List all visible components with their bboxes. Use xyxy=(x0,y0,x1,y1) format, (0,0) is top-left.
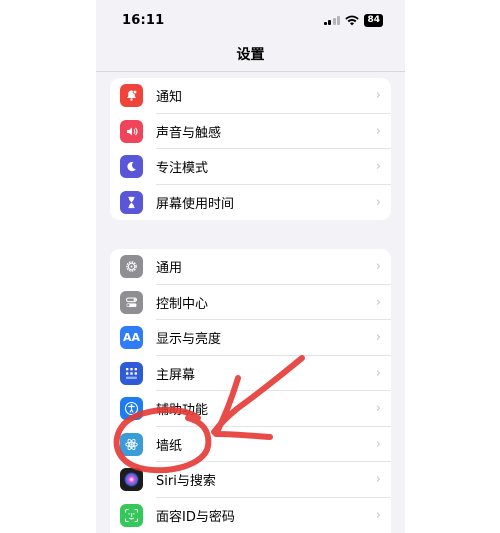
accessibility-icon xyxy=(120,397,143,421)
wifi-icon xyxy=(345,15,360,25)
settings-row-label: 屏幕使用时间 xyxy=(156,196,235,212)
settings-row-home-screen[interactable]: 主屏幕 › xyxy=(110,356,391,391)
face-id-icon xyxy=(120,503,143,527)
background-left xyxy=(0,0,96,533)
chevron-right-icon: › xyxy=(375,194,381,210)
battery-indicator: 84 xyxy=(364,13,383,27)
settings-row-label: 通知 xyxy=(156,90,183,106)
settings-row-label: 控制中心 xyxy=(156,296,209,312)
chevron-right-icon: › xyxy=(375,365,381,381)
settings-group-2: 通用 › 控制中心 › AA 显示与亮度 › 主屏幕 › 辅助功能 › 墙纸 ›… xyxy=(110,249,391,533)
gear-icon xyxy=(120,255,143,279)
settings-row-label: 辅助功能 xyxy=(156,403,209,419)
settings-row-label: 显示与亮度 xyxy=(156,332,222,348)
chevron-right-icon: › xyxy=(375,259,381,275)
home-grid-icon xyxy=(120,361,143,385)
settings-row-siri-search[interactable]: Siri与搜索 › xyxy=(110,462,391,498)
cellular-signal-icon xyxy=(323,15,341,25)
settings-row-sounds[interactable]: 声音与触感 › xyxy=(110,114,391,149)
chevron-right-icon: › xyxy=(375,401,381,417)
settings-row-label: 声音与触感 xyxy=(156,125,222,141)
chevron-right-icon: › xyxy=(375,294,381,310)
chevron-right-icon: › xyxy=(375,159,381,175)
siri-icon xyxy=(120,468,143,492)
settings-row-label: 通用 xyxy=(156,261,183,277)
text-size-icon: AA xyxy=(120,326,143,350)
settings-row-general[interactable]: 通用 › xyxy=(110,249,391,285)
settings-row-focus[interactable]: 专注模式 › xyxy=(110,149,391,185)
phone-screen: 16:11 84 设置 通知 › 声音与触感 › 专注模式 › 屏幕使用时间 ›… xyxy=(96,0,405,533)
page-title: 设置 xyxy=(236,47,265,63)
chevron-right-icon: › xyxy=(375,507,381,523)
chevron-right-icon: › xyxy=(375,472,381,488)
settings-group-1: 通知 › 声音与触感 › 专注模式 › 屏幕使用时间 › xyxy=(110,78,391,220)
settings-row-notifications[interactable]: 通知 › xyxy=(110,78,391,114)
toggles-icon xyxy=(120,290,143,314)
settings-row-accessibility[interactable]: 辅助功能 › xyxy=(110,391,391,427)
hourglass-icon xyxy=(120,190,143,214)
status-bar: 16:11 84 xyxy=(96,0,405,40)
settings-row-label: 专注模式 xyxy=(156,161,209,177)
background-right xyxy=(405,0,500,533)
status-icons: 84 xyxy=(323,13,383,27)
settings-row-face-id[interactable]: 面容ID与密码 › xyxy=(110,498,391,533)
chevron-right-icon: › xyxy=(375,88,381,104)
chevron-right-icon: › xyxy=(375,330,381,346)
nav-divider xyxy=(96,71,405,72)
atom-icon xyxy=(120,432,143,456)
chevron-right-icon: › xyxy=(375,436,381,452)
settings-row-label: Siri与搜索 xyxy=(156,474,216,490)
status-time: 16:11 xyxy=(122,12,165,28)
settings-row-display-brightness[interactable]: AA 显示与亮度 › xyxy=(110,320,391,356)
moon-icon xyxy=(120,155,143,179)
settings-row-control-center[interactable]: 控制中心 › xyxy=(110,285,391,320)
chevron-right-icon: › xyxy=(375,123,381,139)
settings-row-label: 面容ID与密码 xyxy=(156,509,235,525)
settings-row-wallpaper[interactable]: 墙纸 › xyxy=(110,427,391,462)
speaker-icon xyxy=(120,119,143,143)
settings-row-screen-time[interactable]: 屏幕使用时间 › xyxy=(110,185,391,221)
settings-row-label: 主屏幕 xyxy=(156,367,196,383)
settings-row-label: 墙纸 xyxy=(156,438,183,454)
bell-icon xyxy=(120,84,143,108)
